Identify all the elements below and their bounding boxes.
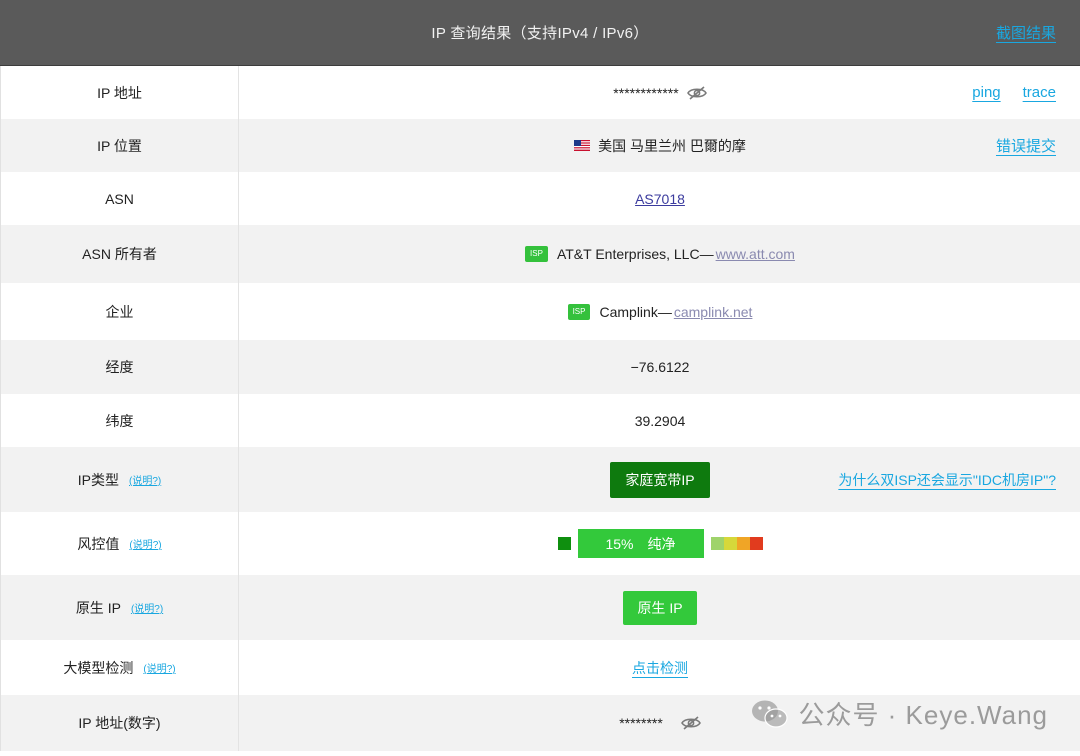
location-actions: 错误提交 (996, 119, 1056, 172)
row-label: 原生 IP (说明?) (1, 575, 239, 640)
company-domain-link[interactable]: camplink.net (674, 304, 753, 320)
row-label: ASN (1, 172, 239, 225)
risk-scale-segment (723, 537, 737, 550)
us-flag-icon (574, 140, 591, 151)
row-label: IP类型 (说明?) (1, 447, 239, 512)
trace-link[interactable]: trace (1023, 84, 1056, 101)
wechat-icon (752, 700, 789, 728)
row-label: 大模型检测 (说明?) (1, 640, 239, 695)
row-longitude: 经度 −76.6122 (0, 340, 1080, 394)
screenshot-result-link[interactable]: 截图结果 (996, 22, 1056, 43)
risk-percent: 15% (605, 535, 634, 552)
row-label: IP 位置 (1, 119, 239, 172)
row-latitude: 纬度 39.2904 (0, 394, 1080, 447)
row-value: AS7018 (240, 172, 1080, 225)
ip-actions: ping trace (972, 66, 1056, 119)
risk-score-bar: 15% 纯净 (577, 529, 704, 558)
label-text: 原生 IP (75, 599, 121, 616)
location-text: 美国 马里兰州 巴爾的摩 (598, 137, 746, 154)
risk-scale (710, 537, 763, 550)
row-label: 企业 (1, 283, 239, 340)
row-value: 15% 纯净 (240, 512, 1080, 575)
row-label: 经度 (1, 340, 239, 394)
help-link[interactable]: (说明?) (131, 600, 163, 615)
row-ip-location: IP 位置 美国 马里兰州 巴爾的摩 错误提交 (0, 119, 1080, 172)
watermark: 公众号 · Keye.Wang (750, 695, 1048, 732)
label-text: IP类型 (77, 471, 119, 488)
row-value: −76.6122 (630, 359, 690, 375)
row-label: 纬度 (1, 394, 239, 447)
row-asn: ASN AS7018 (0, 172, 1080, 225)
row-value: 原生 IP (240, 575, 1080, 640)
masked-ip-numeric: ******** (619, 715, 663, 731)
label-text: 大模型检测 (63, 659, 134, 676)
ip-type-badge[interactable]: 家庭宽带IP (610, 461, 710, 498)
report-error-link[interactable]: 错误提交 (996, 135, 1056, 156)
row-asn-owner: ASN 所有者 ISP AT&T Enterprises, LLC— www.a… (0, 225, 1080, 283)
masked-ip: ************ (613, 84, 679, 101)
isp-badge: ISP (525, 246, 548, 262)
click-detect-link[interactable]: 点击检测 (632, 658, 688, 678)
watermark-text: 公众号 · Keye.Wang (798, 700, 1048, 730)
asn-link[interactable]: AS7018 (635, 191, 685, 207)
page-title: IP 查询结果（支持IPv4 / IPv6） (431, 25, 649, 42)
risk-level: 纯净 (647, 535, 676, 552)
row-native-ip: 原生 IP (说明?) 原生 IP (0, 575, 1080, 640)
row-llm-detection: 大模型检测 (说明?) 点击检测 (0, 640, 1080, 695)
row-value: ISP Camplink— camplink.net (240, 283, 1080, 340)
risk-scale-segment (749, 537, 763, 550)
native-ip-badge[interactable]: 原生 IP (623, 590, 697, 625)
help-link[interactable]: (说明?) (129, 536, 161, 551)
row-ip-type: IP类型 (说明?) 家庭宽带IP 为什么双ISP还会显示"IDC机房IP"? (0, 447, 1080, 512)
owner-name: AT&T Enterprises, LLC— (556, 246, 714, 262)
company-name: Camplink— (599, 303, 672, 320)
help-link[interactable]: (说明?) (129, 472, 161, 487)
eye-slash-icon[interactable] (680, 715, 701, 731)
row-label: 风控值 (说明?) (1, 512, 239, 575)
risk-meter: 15% 纯净 (557, 529, 763, 558)
row-label: ASN 所有者 (1, 225, 239, 283)
label-text: 风控值 (77, 535, 120, 552)
risk-low-indicator (557, 537, 571, 550)
ip-type-actions: 为什么双ISP还会显示"IDC机房IP"? (838, 447, 1056, 512)
risk-scale-segment (736, 537, 750, 550)
row-ip-address: IP 地址 ************ ping trace (0, 66, 1080, 119)
row-company: 企业 ISP Camplink— camplink.net (0, 283, 1080, 340)
owner-domain-link[interactable]: www.att.com (716, 246, 795, 262)
isp-badge: ISP (567, 303, 591, 320)
row-label: IP 地址 (1, 66, 239, 119)
row-value: 美国 马里兰州 巴爾的摩 (240, 119, 1080, 172)
row-value: 点击检测 (240, 640, 1080, 695)
row-label: IP 地址(数字) (1, 695, 239, 751)
results-table: IP 地址 ************ ping trace IP 位置 美国 马… (0, 66, 1080, 751)
row-risk: 风控值 (说明?) 15% 纯净 (0, 512, 1080, 575)
eye-slash-icon[interactable] (686, 85, 707, 101)
row-value: ISP AT&T Enterprises, LLC— www.att.com (240, 225, 1080, 283)
row-value: 39.2904 (634, 412, 686, 429)
help-link[interactable]: (说明?) (143, 660, 175, 675)
risk-scale-segment (710, 537, 724, 550)
dual-isp-question-link[interactable]: 为什么双ISP还会显示"IDC机房IP"? (838, 470, 1056, 490)
results-header: IP 查询结果（支持IPv4 / IPv6） 截图结果 (0, 0, 1080, 66)
row-value: ************ (240, 66, 1080, 119)
ping-link[interactable]: ping (972, 84, 1000, 101)
